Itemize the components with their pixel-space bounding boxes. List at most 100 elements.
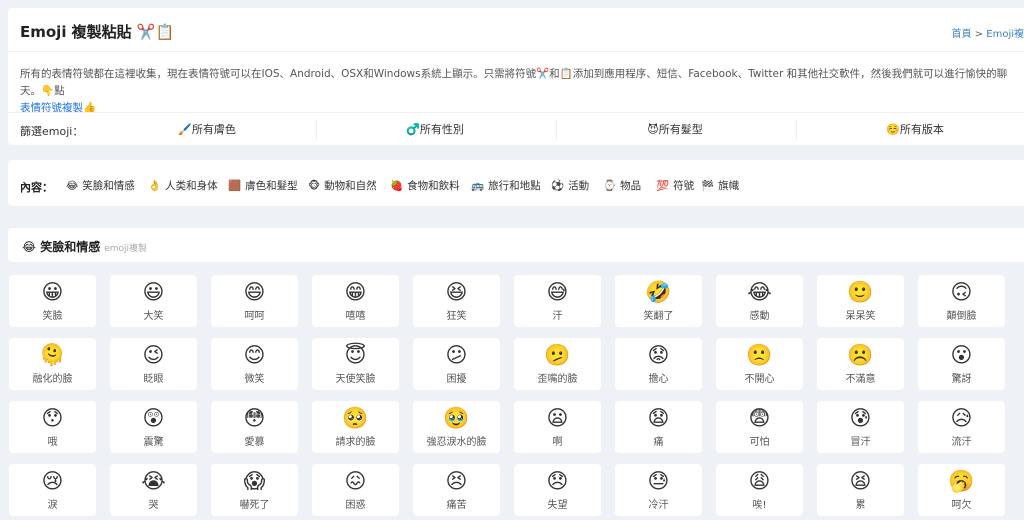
emoji-cell[interactable]: 🥱 呵欠 [918, 464, 1005, 516]
emoji-cell[interactable]: 😢 淚 [9, 464, 96, 516]
section-title-text: 笑臉和情感 [40, 240, 101, 254]
emoji-glyph: 😉 [142, 343, 165, 367]
category-objects[interactable]: ⌚ 物品 [603, 178, 641, 193]
emoji-cell[interactable]: 😂 感動 [716, 275, 803, 327]
hundred-points-icon: 💯 [656, 180, 670, 192]
category-people[interactable]: 👌 人类和身体 [148, 178, 218, 193]
paintbrush-icon: 🖌️ [178, 123, 192, 136]
emoji-name: 呆呆笑 [845, 311, 876, 322]
emoji-glyph: 🫠 [39, 343, 66, 367]
emoji-cell[interactable]: 😮 驚訝 [918, 338, 1005, 390]
joy-face-icon: 😂 [22, 240, 37, 254]
filter-skin-tone-button[interactable]: 🖌️所有膚色 [88, 119, 326, 141]
emoji-glyph: 🙁 [746, 343, 773, 367]
emoji-cell[interactable]: 🫤 歪嘴的臉 [514, 338, 601, 390]
emoji-cell[interactable]: 😧 痛 [615, 401, 702, 453]
emoji-glyph: 😳 [243, 406, 266, 430]
category-skin-hair[interactable]: 🟫 膚色和髮型 [228, 178, 298, 193]
emoji-cell[interactable]: 🥹 強忍淚水的臉 [413, 401, 500, 453]
emoji-glyph: 🤣 [645, 280, 672, 304]
checkered-flag-icon: 🏁 [701, 180, 715, 192]
filter-label: 篩選emoji： [20, 125, 84, 138]
emoji-glyph: 😞 [546, 469, 569, 493]
emoji-cell[interactable]: 😟 擔心 [615, 338, 702, 390]
emoji-cell[interactable]: 😭 哭 [110, 464, 197, 516]
emoji-name: 困擾 [446, 374, 467, 385]
category-animals[interactable]: 🐵 動物和自然 [308, 178, 377, 193]
emoji-cell[interactable]: 😦 啊 [514, 401, 601, 453]
emoji-cell[interactable]: 😞 失望 [514, 464, 601, 516]
emoji-cell[interactable]: 😖 困惑 [312, 464, 399, 516]
emoji-name: 呵呵 [244, 311, 265, 322]
emoji-cell[interactable]: 😆 狂笑 [413, 275, 500, 327]
emoji-cell[interactable]: 🤣 笑翻了 [615, 275, 702, 327]
emoji-glyph: 😃 [142, 280, 165, 304]
emoji-cell[interactable]: 😉 眨眼 [110, 338, 197, 390]
emoji-glyph: 😰 [849, 406, 872, 430]
category-flags-label: 旗幟 [718, 180, 740, 192]
devil-face-icon: 😈 [647, 123, 659, 136]
watch-icon: ⌚ [603, 180, 617, 192]
emoji-cell[interactable]: 😁 嘻嘻 [312, 275, 399, 327]
category-skin-hair-label: 膚色和髮型 [245, 180, 298, 192]
emoji-glyph: 😟 [647, 343, 670, 367]
emoji-cell[interactable]: 😃 大笑 [110, 275, 197, 327]
emoji-glyph: 😦 [546, 406, 569, 430]
emoji-cell[interactable]: 😕 困擾 [413, 338, 500, 390]
emoji-name: 痛苦 [446, 500, 467, 511]
category-smileys[interactable]: 😂 笑臉和情感 [66, 178, 135, 193]
emoji-cell[interactable]: 🙂 呆呆笑 [817, 275, 904, 327]
filter-version-button[interactable]: ☺️所有版本 [796, 119, 1024, 141]
emoji-cell[interactable]: 😯 哦 [9, 401, 96, 453]
emoji-glyph: 😓 [647, 469, 670, 493]
section-title: 😂 笑臉和情感 emoji複製 [22, 238, 147, 255]
emoji-glyph: 😥 [950, 406, 973, 430]
emoji-name: 震驚 [143, 437, 164, 448]
emoji-cell[interactable]: 😳 愛慕 [211, 401, 298, 453]
strawberry-icon: 🍓 [390, 180, 404, 192]
title-row: Emoji 複製粘貼 ✂️📋 首頁 > Emoji複 [8, 8, 1024, 52]
emoji-cell[interactable]: 😅 汗 [514, 275, 601, 327]
filter-gender-button[interactable]: ♂️所有性別 [316, 119, 554, 141]
emoji-cell[interactable]: 😄 呵呵 [211, 275, 298, 327]
emoji-cell[interactable]: ☹️ 不滿意 [817, 338, 904, 390]
emoji-cell[interactable]: 😇 天使笑臉 [312, 338, 399, 390]
emoji-cell[interactable]: 😲 震驚 [110, 401, 197, 453]
breadcrumb-home-link[interactable]: 首頁 [952, 29, 972, 40]
emoji-name: 冷汗 [648, 500, 669, 511]
emoji-cell[interactable]: 😫 累 [817, 464, 904, 516]
category-flags[interactable]: 🏁 旗幟 [701, 178, 739, 193]
header-card: Emoji 複製粘貼 ✂️📋 首頁 > Emoji複 所有的表情符號都在這裡收集… [8, 8, 1024, 145]
emoji-cell[interactable]: 😨 可怕 [716, 401, 803, 453]
emoji-cell[interactable]: 😀 笑臉 [9, 275, 96, 327]
emoji-cell[interactable]: 😣 痛苦 [413, 464, 500, 516]
emoji-glyph: 😀 [41, 280, 64, 304]
emoji-cell[interactable]: 🙁 不開心 [716, 338, 803, 390]
emoji-glyph: 😣 [445, 469, 468, 493]
filter-hairstyle-button[interactable]: 😈所有髮型 [556, 119, 794, 141]
breadcrumb: 首頁 > Emoji複 [952, 25, 1024, 40]
emoji-cell[interactable]: 😱 嚇死了 [211, 464, 298, 516]
emoji-cell[interactable]: 😰 冒汗 [817, 401, 904, 453]
emoji-name: 笑臉 [42, 311, 63, 322]
category-symbols[interactable]: 💯 符號 [656, 178, 694, 193]
emoji-cell[interactable]: 😥 流汗 [918, 401, 1005, 453]
category-food[interactable]: 🍓 食物和飲料 [390, 178, 460, 193]
category-nav: 內容： 😂 笑臉和情感 👌 人类和身体 🟫 膚色和髮型 🐵 動物和自然 🍓 食物和飲料 🚌… [8, 160, 1024, 206]
emoji-cell[interactable]: 🥺 請求的臉 [312, 401, 399, 453]
emoji-cell[interactable]: 🙃 顛倒臉 [918, 275, 1005, 327]
emoji-name: 融化的臉 [32, 374, 73, 385]
emoji-cell[interactable]: 😊 微笑 [211, 338, 298, 390]
emoji-cell[interactable]: 😩 唉! [716, 464, 803, 516]
emoji-name: 累 [855, 500, 866, 511]
emoji-cell[interactable]: 😓 冷汗 [615, 464, 702, 516]
filter-row: 篩選emoji： 🖌️所有膚色 ♂️所有性別 😈所有髮型 ☺️所有版本 [8, 112, 1024, 145]
emoji-name: 可怕 [749, 437, 770, 448]
emoji-glyph: 🥺 [342, 406, 369, 430]
emoji-cell[interactable]: 🫠 融化的臉 [9, 338, 96, 390]
filter-gender-label: 所有性別 [419, 123, 464, 136]
category-activities[interactable]: ⚽ 活動 [551, 178, 589, 193]
emoji-name: 歪嘴的臉 [537, 374, 578, 385]
category-travel[interactable]: 🚌 旅行和地點 [471, 178, 541, 193]
breadcrumb-current[interactable]: Emoji複 [986, 29, 1024, 40]
